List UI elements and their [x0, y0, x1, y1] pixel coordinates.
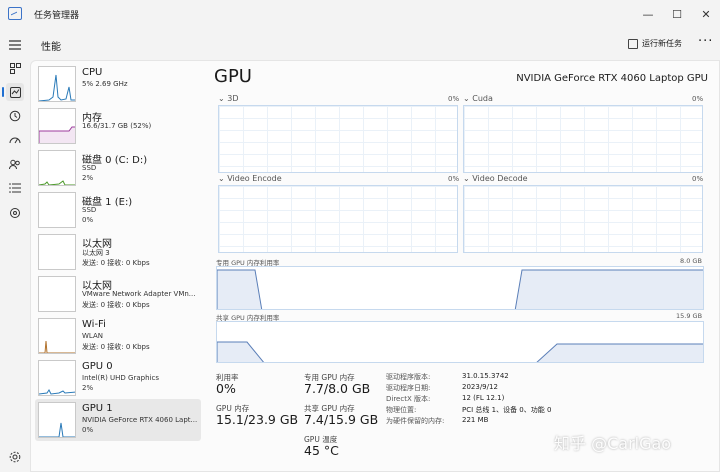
cpu-thumbnail-graph: [38, 66, 76, 102]
device-usage: 2%: [82, 384, 94, 392]
device-detail: SSD: [82, 206, 97, 214]
engine-selector-cuda[interactable]: ⌄ Cuda: [463, 94, 493, 103]
services-icon[interactable]: [6, 204, 24, 222]
device-throughput: 发送: 0 接收: 0 Kbps: [82, 343, 150, 351]
driver-version-value: 31.0.15.3742: [462, 372, 509, 380]
users-icon[interactable]: [6, 155, 24, 173]
gpu-detail-panel: GPU NVIDIA GeForce RTX 4060 Laptop GPU ⌄…: [214, 63, 714, 463]
driver-date-label: 驱动程序日期:: [386, 384, 431, 392]
device-throughput: 发送: 0 接收: 0 Kbps: [82, 259, 150, 267]
history-icon[interactable]: [6, 107, 24, 125]
performance-icon[interactable]: [2, 83, 24, 101]
engine-label: Cuda: [472, 94, 493, 103]
device-memory[interactable]: 内存 16.6/31.7 GB (52%): [35, 105, 201, 147]
device-detail: Intel(R) UHD Graphics: [82, 374, 159, 382]
engine-selector-video-decode[interactable]: ⌄ Video Decode: [463, 174, 528, 183]
directx-version-label: DirectX 版本:: [386, 395, 431, 403]
device-detail: 5% 2.69 GHz: [82, 80, 128, 88]
device-wifi[interactable]: Wi-Fi WLAN 发送: 0 接收: 0 Kbps: [35, 315, 201, 357]
shared-memory-value: 7.4/15.9 GB: [304, 412, 379, 427]
settings-icon[interactable]: [6, 448, 24, 466]
shared-memory-max: 15.9 GB: [676, 312, 703, 320]
gpu-temperature-value: 45 °C: [304, 443, 339, 458]
device-throughput: 发送: 0 接收: 0 Kbps: [82, 301, 150, 309]
device-disk-1[interactable]: 磁盘 1 (E:) SSD 0%: [35, 189, 201, 231]
physical-location-value: PCI 总线 1、设备 0、功能 0: [462, 406, 552, 414]
device-detail: VMware Network Adapter VMn...: [82, 290, 196, 298]
device-usage: 2%: [82, 174, 94, 182]
processes-icon[interactable]: [6, 59, 24, 77]
device-detail: WLAN: [82, 332, 104, 340]
details-icon[interactable]: [6, 179, 24, 197]
minimize-button[interactable]: —: [634, 0, 662, 28]
device-usage: 0%: [82, 426, 94, 434]
dedicated-memory-graph: [216, 266, 704, 310]
driver-date-value: 2023/9/12: [462, 383, 498, 391]
device-detail: NVIDIA GeForce RTX 4060 Lapt...: [82, 416, 198, 424]
gpu1-thumbnail-graph: [38, 402, 76, 438]
engine-label: Video Encode: [227, 174, 282, 183]
reserved-memory-value: 221 MB: [462, 416, 489, 424]
dedicated-memory-value: 7.7/8.0 GB: [304, 381, 371, 396]
utilization-value: 0%: [216, 381, 236, 396]
window-title: 任务管理器: [34, 11, 80, 21]
directx-version-value: 12 (FL 12.1): [462, 394, 505, 402]
device-ethernet-3[interactable]: 以太网 以太网 3 发送: 0 接收: 0 Kbps: [35, 231, 201, 273]
maximize-button[interactable]: ☐: [663, 0, 691, 28]
gpu0-thumbnail-graph: [38, 360, 76, 396]
task-manager-icon: [8, 7, 22, 20]
disk1-thumbnail-graph: [38, 192, 76, 228]
memory-thumbnail-graph: [38, 108, 76, 144]
device-name: GPU 1: [82, 403, 113, 414]
device-disk-0[interactable]: 磁盘 0 (C: D:) SSD 2%: [35, 147, 201, 189]
close-button[interactable]: ✕: [692, 0, 720, 28]
device-name: CPU: [82, 67, 103, 78]
engine-pct: 0%: [692, 95, 704, 103]
watermark: 知乎 @CarlGao: [554, 434, 672, 453]
page-header: 性能 运行新任务 ···: [30, 28, 720, 60]
gpu-title: GPU: [214, 66, 252, 87]
ethernet-vmware-thumbnail-graph: [38, 276, 76, 312]
engine-label: Video Decode: [472, 174, 528, 183]
disk0-thumbnail-graph: [38, 150, 76, 186]
engine-selector-video-encode[interactable]: ⌄ Video Encode: [218, 174, 282, 183]
run-new-task-label: 运行新任务: [642, 39, 682, 48]
shared-memory-graph: [216, 321, 704, 363]
device-name: Wi-Fi: [82, 319, 106, 330]
engine-graph-video-decode: [463, 185, 703, 253]
engine-pct: 0%: [448, 95, 460, 103]
device-ethernet-vmware[interactable]: 以太网 VMware Network Adapter VMn... 发送: 0 …: [35, 273, 201, 315]
device-usage: 0%: [82, 216, 94, 224]
device-cpu[interactable]: CPU 5% 2.69 GHz: [35, 63, 201, 105]
run-new-task-button[interactable]: 运行新任务: [628, 38, 682, 49]
navigation-rail: [0, 28, 30, 472]
run-task-icon: [628, 38, 638, 49]
page-title: 性能: [41, 42, 61, 53]
driver-version-label: 驱动程序版本:: [386, 373, 431, 381]
wifi-thumbnail-graph: [38, 318, 76, 354]
engine-selector-3d[interactable]: ⌄ 3D: [218, 94, 239, 103]
engine-graph-cuda: [463, 105, 703, 173]
device-detail: SSD: [82, 164, 97, 172]
gpu-memory-value: 15.1/23.9 GB: [216, 412, 299, 427]
startup-icon[interactable]: [6, 131, 24, 149]
more-options-button[interactable]: ···: [698, 34, 713, 49]
engine-label: 3D: [227, 94, 239, 103]
title-bar: 任务管理器 — ☐ ✕: [0, 0, 720, 28]
reserved-memory-label: 为硬件保留的内存:: [386, 417, 445, 425]
device-name: GPU 0: [82, 361, 113, 372]
device-detail: 16.6/31.7 GB (52%): [82, 122, 152, 130]
engine-pct: 0%: [448, 175, 460, 183]
physical-location-label: 物理位置:: [386, 406, 417, 414]
device-detail: 以太网 3: [82, 249, 110, 257]
gpu-model: NVIDIA GeForce RTX 4060 Laptop GPU: [516, 73, 708, 84]
device-gpu-1[interactable]: GPU 1 NVIDIA GeForce RTX 4060 Lapt... 0%: [35, 399, 201, 441]
hamburger-icon[interactable]: [6, 36, 24, 54]
engine-graph-video-encode: [218, 185, 458, 253]
device-gpu-0[interactable]: GPU 0 Intel(R) UHD Graphics 2%: [35, 357, 201, 399]
dedicated-memory-max: 8.0 GB: [680, 257, 702, 265]
ethernet3-thumbnail-graph: [38, 234, 76, 270]
engine-pct: 0%: [692, 175, 704, 183]
engine-graph-3d: [218, 105, 458, 173]
